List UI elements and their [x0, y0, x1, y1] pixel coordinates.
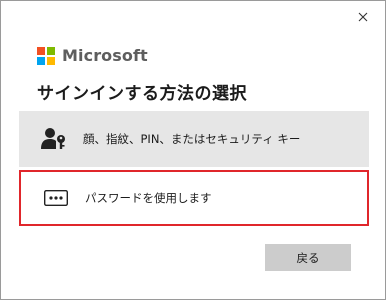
brand-name: Microsoft	[62, 46, 148, 65]
person-key-icon	[41, 126, 67, 152]
dialog-title: サインインする方法の選択	[37, 84, 247, 104]
close-button[interactable]	[355, 9, 371, 25]
password-dots-icon	[43, 185, 69, 211]
option-face-label: 顔、指紋、PIN、またはセキュリティ キー	[83, 132, 301, 146]
sign-in-dialog: Microsoft サインインする方法の選択 顔、指紋、PIN、またはセキュリテ…	[0, 0, 386, 300]
option-password-label: パスワードを使用します	[85, 191, 212, 205]
back-button[interactable]: 戻る	[265, 244, 351, 271]
microsoft-logo: Microsoft	[37, 46, 148, 65]
close-icon	[358, 12, 368, 22]
option-use-password[interactable]: パスワードを使用します	[19, 170, 369, 226]
option-face-fingerprint-pin[interactable]: 顔、指紋、PIN、またはセキュリティ キー	[19, 111, 369, 167]
microsoft-logo-icon	[37, 46, 55, 65]
